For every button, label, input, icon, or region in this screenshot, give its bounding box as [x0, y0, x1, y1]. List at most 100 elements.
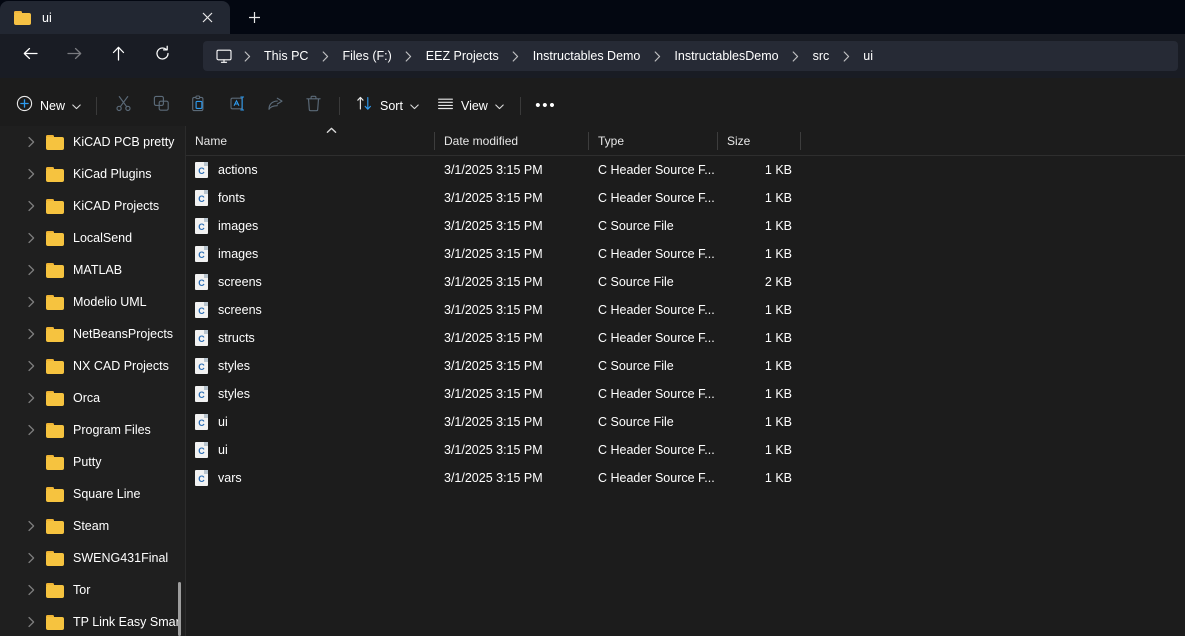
breadcrumb-separator	[315, 50, 335, 62]
chevron-right-icon[interactable]	[22, 197, 40, 215]
chevron-right-icon[interactable]	[22, 421, 40, 439]
sidebar-item[interactable]: LocalSend	[0, 222, 185, 254]
column-header-date-modified[interactable]: Date modified	[435, 126, 588, 156]
new-button[interactable]: New	[9, 91, 89, 121]
breadcrumb-instructablesdemo[interactable]: InstructablesDemo	[667, 46, 785, 66]
chevron-down-icon	[495, 97, 504, 115]
c-file-icon: C	[195, 470, 208, 486]
rename-button[interactable]	[218, 91, 256, 121]
sidebar-scrollbar[interactable]	[177, 126, 182, 636]
chevron-right-icon[interactable]	[22, 613, 40, 631]
c-file-icon: C	[195, 246, 208, 262]
breadcrumb-ui[interactable]: ui	[856, 46, 880, 66]
table-row[interactable]: Cstructs 3/1/2025 3:15 PM C Header Source …	[186, 324, 1185, 352]
forward-button[interactable]	[57, 39, 91, 73]
cut-button[interactable]	[104, 91, 142, 121]
up-button[interactable]	[101, 39, 135, 73]
column-header-size[interactable]: Size	[718, 126, 800, 156]
table-row[interactable]: Cimages 3/1/2025 3:15 PM C Header Source F…	[186, 240, 1185, 268]
sidebar-item[interactable]: KiCAD PCB pretty	[0, 126, 185, 158]
cell-size: 1 KB	[764, 219, 792, 233]
sidebar-item-label: MATLAB	[73, 263, 123, 277]
sidebar-item[interactable]: TP Link Easy Smar	[0, 606, 185, 636]
paste-button[interactable]	[180, 91, 218, 121]
table-row[interactable]: Cscreens 3/1/2025 3:15 PM C Header Source …	[186, 296, 1185, 324]
table-row[interactable]: Cstyles 3/1/2025 3:15 PM C Source File 1 KB	[186, 352, 1185, 380]
cell-size: 1 KB	[764, 359, 792, 373]
view-button-label: View	[460, 98, 488, 113]
paste-icon	[191, 94, 208, 117]
sidebar-item[interactable]: Program Files	[0, 414, 185, 446]
column-header-type[interactable]: Type	[589, 126, 717, 156]
table-row[interactable]: Cui 3/1/2025 3:15 PM C Source File 1 KB	[186, 408, 1185, 436]
tab-title: ui	[42, 10, 52, 25]
cell-name: Cstyles	[195, 380, 433, 408]
tab-ui[interactable]: ui	[0, 1, 230, 34]
breadcrumb-this-pc[interactable]: This PC	[257, 46, 315, 66]
table-row[interactable]: Cscreens 3/1/2025 3:15 PM C Source File 2 K…	[186, 268, 1185, 296]
delete-button[interactable]	[294, 91, 332, 121]
sidebar-item[interactable]: KiCad Plugins	[0, 158, 185, 190]
table-row[interactable]: Cimages 3/1/2025 3:15 PM C Source File 1 KB	[186, 212, 1185, 240]
command-bar: New Sort View •••	[0, 85, 1185, 126]
new-tab-button[interactable]	[236, 1, 272, 34]
refresh-button[interactable]	[145, 39, 179, 73]
address-bar[interactable]: This PC Files (F:) EEZ Projects Instruct…	[203, 41, 1178, 71]
chevron-right-icon[interactable]	[22, 229, 40, 247]
sidebar-item[interactable]: Tor	[0, 574, 185, 606]
chevron-right-icon[interactable]	[22, 517, 40, 535]
copy-button[interactable]	[142, 91, 180, 121]
c-file-icon: C	[195, 190, 208, 206]
sort-button[interactable]: Sort	[347, 91, 428, 121]
sidebar-item[interactable]: NX CAD Projects	[0, 350, 185, 382]
column-divider[interactable]	[800, 132, 801, 150]
table-row[interactable]: Cactions 3/1/2025 3:15 PM C Header Source …	[186, 156, 1185, 184]
chevron-right-icon[interactable]	[22, 357, 40, 375]
share-button[interactable]	[256, 91, 294, 121]
breadcrumb-files-f[interactable]: Files (F:)	[335, 46, 398, 66]
table-row[interactable]: Cstyles 3/1/2025 3:15 PM C Header Source F…	[186, 380, 1185, 408]
file-name: actions	[218, 163, 258, 177]
column-header-name[interactable]: Name	[186, 126, 434, 156]
table-row[interactable]: Cvars 3/1/2025 3:15 PM C Header Source F..…	[186, 464, 1185, 492]
c-file-icon: C	[195, 162, 208, 178]
chevron-right-icon[interactable]	[22, 133, 40, 151]
cell-type: C Source File	[598, 415, 674, 429]
chevron-right-icon[interactable]	[22, 581, 40, 599]
sidebar-item[interactable]: MATLAB	[0, 254, 185, 286]
sidebar-item-label: Tor	[73, 583, 91, 597]
file-icon-letter: C	[198, 278, 205, 288]
sidebar-scrollbar-thumb[interactable]	[178, 582, 181, 636]
folder-icon	[46, 294, 64, 310]
back-button[interactable]	[13, 39, 47, 73]
cell-name: Cvars	[195, 464, 433, 492]
file-name: ui	[218, 443, 228, 457]
chevron-right-icon[interactable]	[22, 165, 40, 183]
arrow-up-icon	[110, 45, 127, 67]
breadcrumb-instructables-demo[interactable]: Instructables Demo	[526, 46, 648, 66]
breadcrumb-src[interactable]: src	[806, 46, 837, 66]
sidebar-item[interactable]: Modelio UML	[0, 286, 185, 318]
sidebar-item[interactable]: Orca	[0, 382, 185, 414]
table-row[interactable]: Cui 3/1/2025 3:15 PM C Header Source F... 1…	[186, 436, 1185, 464]
close-icon[interactable]	[194, 5, 220, 31]
chevron-right-icon[interactable]	[22, 261, 40, 279]
chevron-right-icon[interactable]	[22, 325, 40, 343]
sidebar-item[interactable]: Steam	[0, 510, 185, 542]
more-options-button[interactable]: •••	[528, 91, 562, 121]
table-row[interactable]: Cfonts 3/1/2025 3:15 PM C Header Source F.…	[186, 184, 1185, 212]
folder-icon	[46, 262, 64, 278]
sidebar-item[interactable]: Putty	[0, 446, 185, 478]
chevron-right-icon[interactable]	[22, 389, 40, 407]
sidebar-item[interactable]: Square Line	[0, 478, 185, 510]
chevron-right-icon[interactable]	[22, 549, 40, 567]
trash-icon	[305, 95, 322, 117]
file-icon-letter: C	[198, 194, 205, 204]
sidebar-item[interactable]: NetBeansProjects	[0, 318, 185, 350]
sidebar-item[interactable]: KiCAD Projects	[0, 190, 185, 222]
cell-name: Cimages	[195, 212, 433, 240]
chevron-right-icon[interactable]	[22, 293, 40, 311]
sidebar-item[interactable]: SWENG431Final	[0, 542, 185, 574]
view-button[interactable]: View	[428, 91, 513, 121]
breadcrumb-eez-projects[interactable]: EEZ Projects	[419, 46, 506, 66]
